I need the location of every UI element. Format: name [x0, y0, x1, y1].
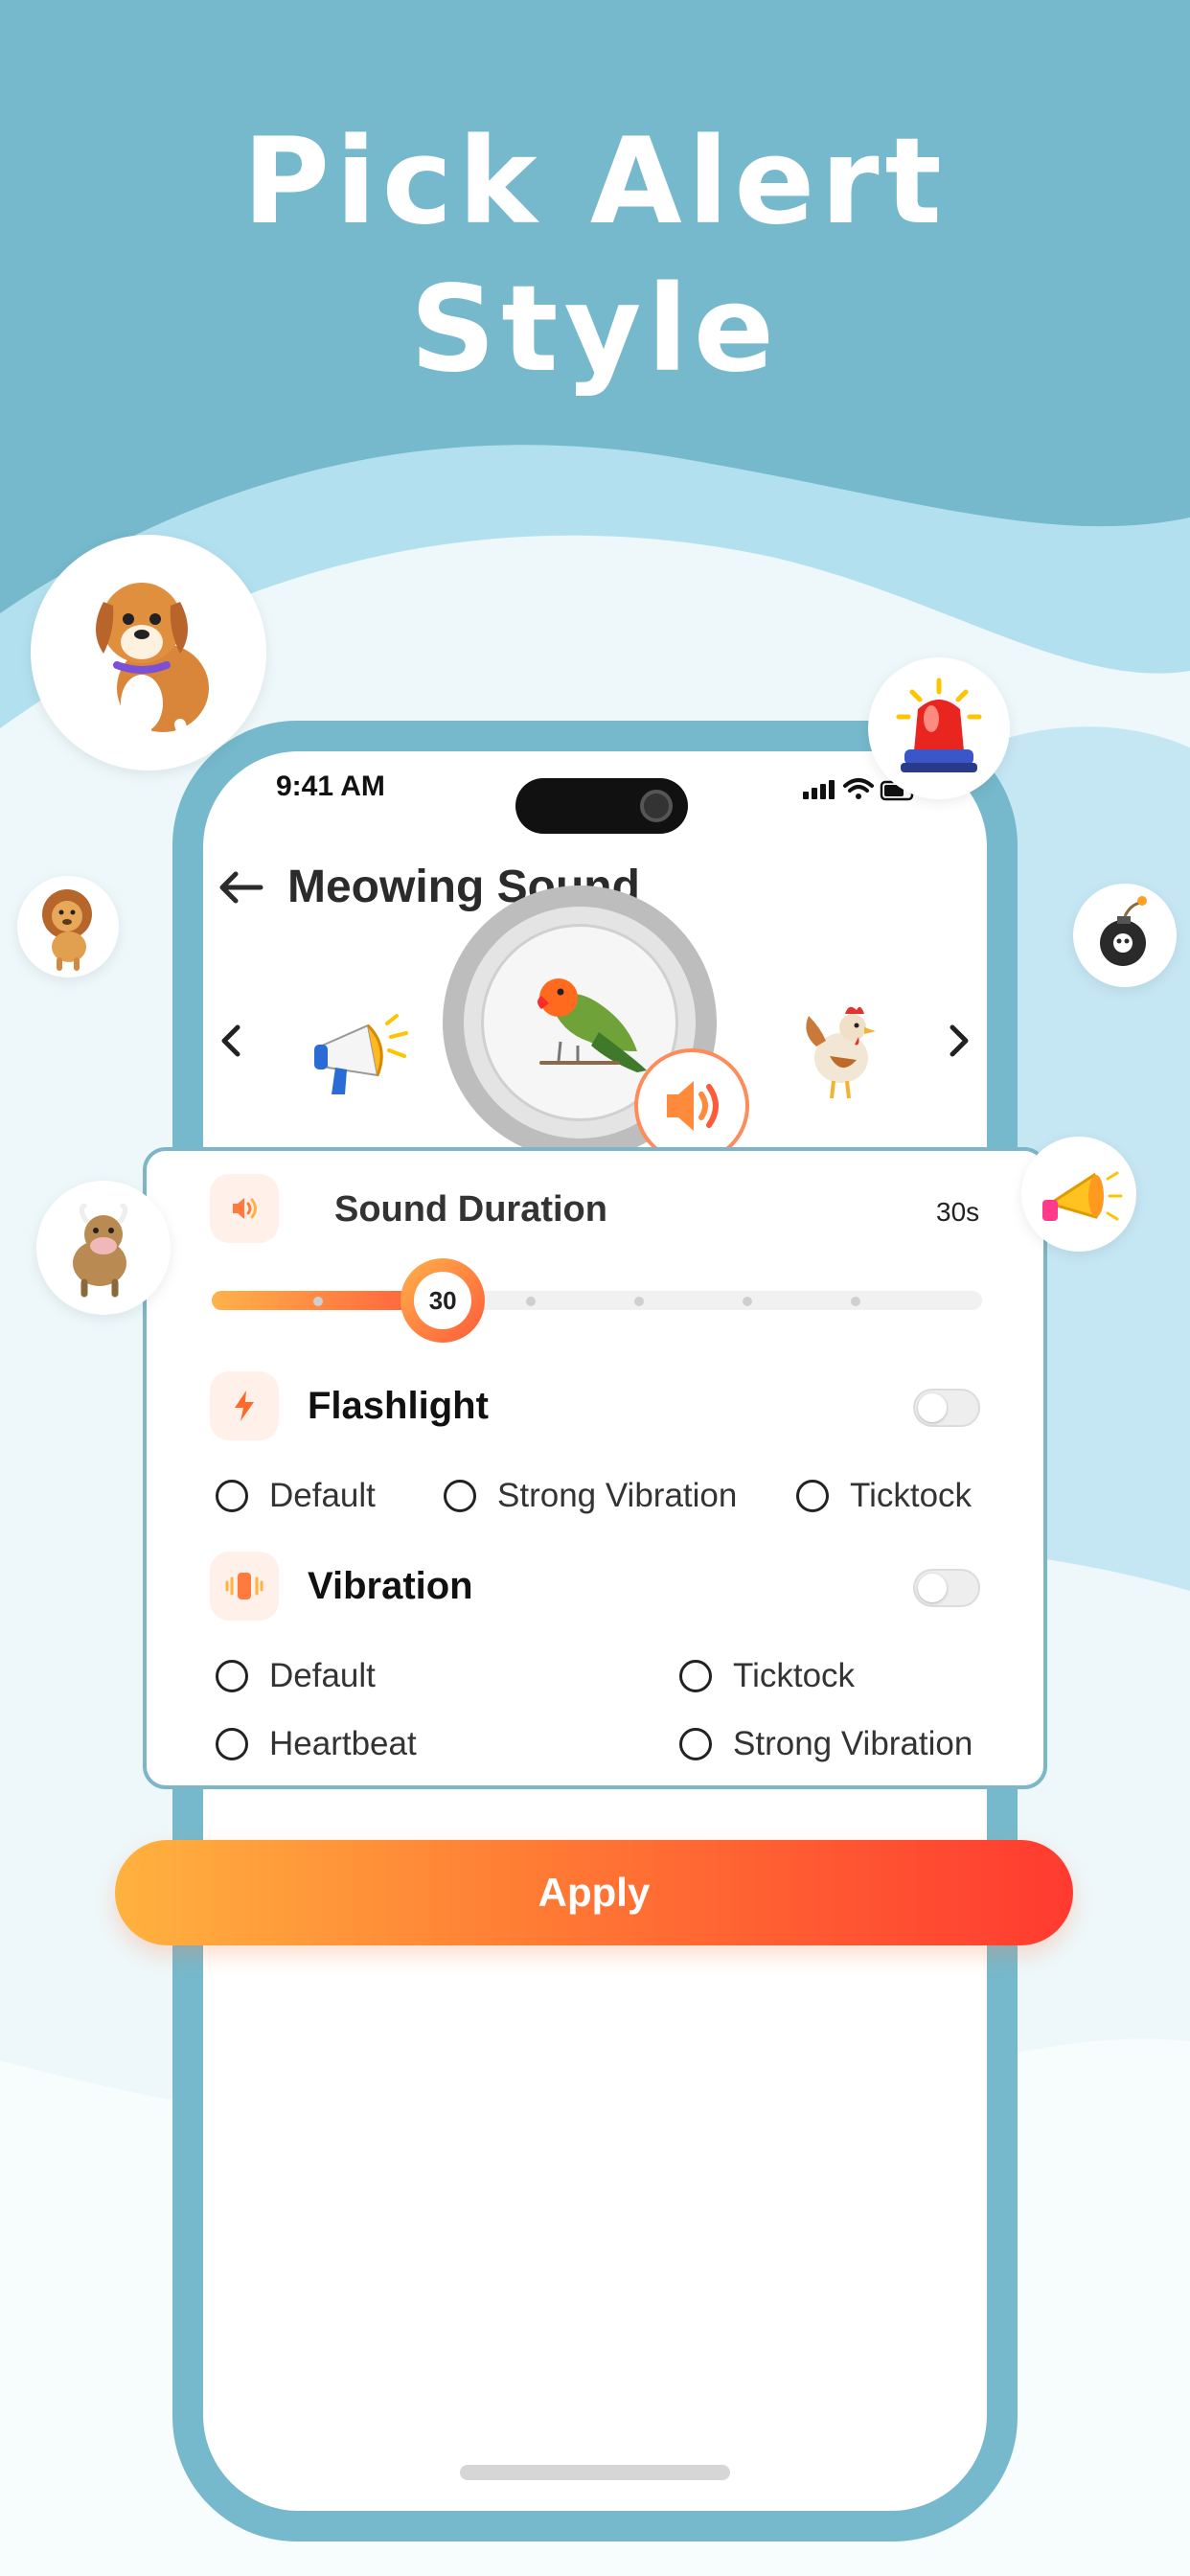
lion-icon: [42, 889, 92, 971]
dynamic-island: [515, 778, 688, 834]
slider-thumb-value: 30: [414, 1272, 472, 1329]
radio-circle: [796, 1480, 829, 1512]
camera-icon: [640, 790, 673, 822]
speaker-icon: [667, 1081, 719, 1131]
flashlight-toggle[interactable]: [913, 1389, 980, 1427]
headline-line-2: Style: [409, 261, 780, 399]
horn-icon: [1042, 1171, 1123, 1221]
sound-duration-label: Sound Duration: [334, 1189, 607, 1230]
toggle-knob: [918, 1574, 947, 1602]
radio-label: Default: [269, 1477, 376, 1514]
vibration-badge: [210, 1552, 279, 1621]
signal-icon: [803, 780, 835, 799]
speaker-icon: [233, 1198, 257, 1219]
radio-circle: [679, 1728, 712, 1760]
vibration-option-strong-vibration[interactable]: Strong Vibration: [679, 1723, 973, 1765]
toggle-knob: [918, 1393, 947, 1422]
vibration-toggle[interactable]: [913, 1569, 980, 1607]
cow-icon: [73, 1203, 128, 1298]
bomb-icon: [1100, 896, 1147, 966]
apply-button[interactable]: Apply: [115, 1840, 1073, 1945]
rooster-icon[interactable]: [797, 999, 883, 1104]
chevron-right-icon[interactable]: [937, 1020, 979, 1062]
vibration-option-ticktock[interactable]: Ticktock: [679, 1655, 855, 1697]
cow-bubble: [36, 1181, 171, 1315]
flashlight-option-strong-vibration[interactable]: Strong Vibration: [444, 1475, 737, 1517]
radio-circle: [679, 1660, 712, 1692]
slider-tick: [634, 1297, 644, 1306]
dog-icon: [96, 583, 209, 753]
radio-label: Strong Vibration: [733, 1725, 973, 1762]
vibration-label: Vibration: [308, 1565, 473, 1607]
radio-label: Heartbeat: [269, 1725, 417, 1762]
radio-label: Ticktock: [733, 1657, 856, 1694]
sound-duration-value: 30s: [936, 1197, 980, 1227]
flashlight-option-default[interactable]: Default: [216, 1475, 376, 1517]
dog-bubble: [31, 535, 266, 770]
radio-circle: [216, 1728, 248, 1760]
slider-tick: [743, 1297, 752, 1306]
chevron-left-icon[interactable]: [211, 1020, 253, 1062]
radio-circle: [216, 1480, 248, 1512]
slider-tick: [526, 1297, 536, 1306]
flashlight-badge: [210, 1371, 279, 1440]
lion-bubble: [17, 876, 119, 978]
arrow-left-icon[interactable]: [213, 859, 270, 916]
siren-bubble: [868, 657, 1010, 799]
horn-bubble: [1021, 1137, 1136, 1252]
vibration-option-heartbeat[interactable]: Heartbeat: [216, 1723, 417, 1765]
sound-duration-badge: [210, 1174, 279, 1243]
radio-circle: [444, 1480, 476, 1512]
slider-tick: [851, 1297, 860, 1306]
flashlight-label: Flashlight: [308, 1385, 489, 1427]
bomb-bubble: [1073, 884, 1177, 987]
radio-label: Strong Vibration: [497, 1477, 738, 1514]
slider-thumb[interactable]: 30: [400, 1258, 486, 1343]
sound-duration-slider[interactable]: 30: [212, 1258, 982, 1343]
status-time: 9:41 AM: [276, 770, 385, 802]
headline-line-1: Pick Alert: [242, 113, 948, 251]
speaker-button[interactable]: [634, 1048, 749, 1163]
vibration-option-default[interactable]: Default: [216, 1655, 376, 1697]
home-indicator: [460, 2465, 730, 2480]
radio-circle: [216, 1660, 248, 1692]
lightning-icon: [235, 1391, 254, 1421]
flashlight-option-ticktock[interactable]: Ticktock: [796, 1475, 972, 1517]
radio-label: Default: [269, 1657, 376, 1694]
siren-icon: [896, 678, 982, 772]
settings-card: Sound Duration 30s 30 Flashlight Default…: [143, 1147, 1047, 1789]
megaphone-icon[interactable]: [310, 1008, 416, 1104]
slider-tick: [313, 1297, 323, 1306]
vibration-icon: [225, 1573, 263, 1599]
radio-label: Ticktock: [850, 1477, 973, 1514]
